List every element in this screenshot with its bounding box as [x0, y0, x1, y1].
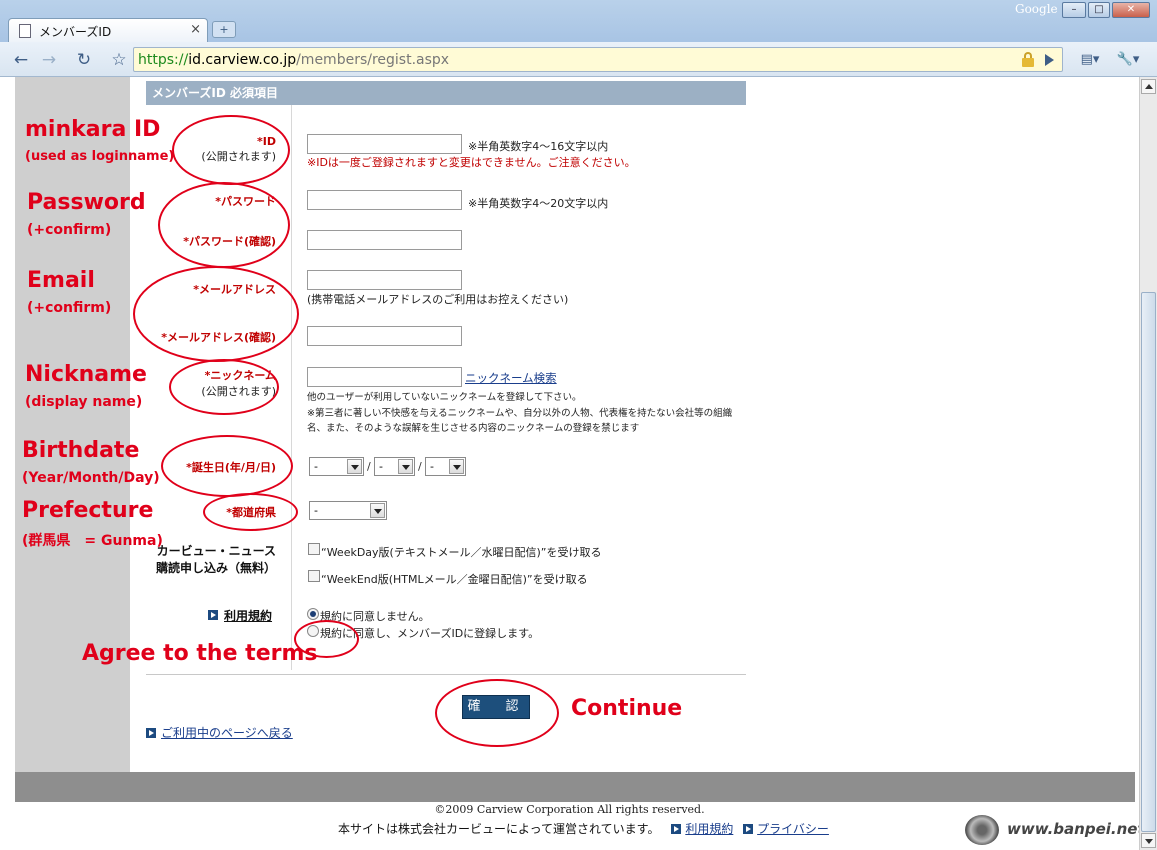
weekday-newsletter-label: “WeekDay版(テキストメール／水曜日配信)”を受け取る — [321, 546, 602, 559]
left-gray-band — [15, 77, 130, 772]
operator-text: 本サイトは株式会社カービューによって運営されています。 — [338, 822, 660, 836]
form-divider — [291, 105, 292, 670]
browser-tab[interactable]: メンバーズID × — [8, 18, 208, 42]
close-window-button[interactable]: ✕ — [1112, 2, 1150, 18]
bookmark-star-icon[interactable]: ☆ — [108, 50, 130, 70]
back-arrow-icon[interactable]: ← — [10, 50, 32, 70]
dropdown-arrow-icon — [449, 459, 464, 474]
watermark-text: www.banpei.net — [1007, 820, 1145, 838]
email-confirm-input[interactable] — [307, 326, 462, 346]
annotation-nickname: Nickname — [25, 362, 147, 387]
browser-titlebar: メンバーズID × + Google – □ ✕ — [0, 0, 1157, 42]
weekend-newsletter-label: “WeekEnd版(HTMLメール／金曜日配信)”を受け取る — [321, 573, 588, 586]
page-menu-icon[interactable]: ▤▾ — [1075, 50, 1105, 70]
annotation-circle-email — [133, 266, 299, 362]
annotation-circle-agree — [294, 620, 359, 658]
annotation-password-sub: (+confirm) — [27, 222, 112, 238]
copyright-text: ©2009 Carview Corporation All rights res… — [434, 803, 705, 816]
annotation-email: Email — [27, 268, 95, 293]
annotation-circle-nickname — [169, 359, 279, 415]
bullet-arrow-icon — [146, 728, 156, 738]
id-hint: ※半角英数字4～16文字以内 — [468, 140, 609, 153]
birth-year-select[interactable]: - — [309, 457, 364, 476]
annotation-minkara-id: minkara ID — [25, 117, 161, 142]
id-input[interactable] — [307, 134, 462, 154]
annotation-circle-birthdate — [161, 435, 293, 497]
annotation-agree: Agree to the terms — [82, 641, 318, 666]
google-label: Google — [1015, 2, 1058, 16]
annotation-circle-prefecture — [203, 493, 298, 531]
scroll-up-arrow-icon[interactable] — [1141, 79, 1156, 94]
tools-menu-icon[interactable]: 🔧▾ — [1112, 50, 1144, 70]
annotation-circle-id — [172, 115, 290, 185]
birth-day-select[interactable]: - — [425, 457, 466, 476]
dropdown-arrow-icon — [347, 459, 362, 474]
annotation-password: Password — [27, 190, 146, 215]
dropdown-arrow-icon — [370, 503, 385, 518]
birth-month-select[interactable]: - — [374, 457, 415, 476]
browser-toolbar: ← → ↻ ☆ https://id.carview.co.jp/members… — [0, 42, 1157, 77]
new-tab-button[interactable]: + — [212, 21, 236, 38]
terms-link[interactable]: 利用規約 — [224, 607, 272, 624]
date-separator: / — [367, 460, 371, 473]
scroll-thumb[interactable] — [1141, 292, 1156, 832]
tab-close-icon[interactable]: × — [190, 22, 201, 37]
url-text: https://id.carview.co.jp/members/regist.… — [138, 52, 450, 68]
tab-title: メンバーズID — [39, 25, 112, 39]
bullet-arrow-icon — [743, 824, 754, 834]
footer-privacy-link[interactable]: プライバシー — [757, 822, 829, 836]
bullet-arrow-icon — [208, 610, 218, 620]
email-hint: (携帯電話メールアドレスのご利用はお控えください) — [307, 293, 569, 306]
terms-disagree-radio[interactable] — [307, 608, 319, 620]
scroll-down-arrow-icon[interactable] — [1141, 833, 1156, 848]
lock-icon[interactable] — [1022, 52, 1034, 67]
vertical-scrollbar[interactable] — [1139, 77, 1157, 850]
password-hint: ※半角英数字4～20文字以内 — [468, 197, 609, 210]
reload-icon[interactable]: ↻ — [73, 50, 95, 70]
nickname-note: 他のユーザーが利用していないニックネームを登録して下さい。 — [307, 392, 582, 403]
minimize-button[interactable]: – — [1062, 2, 1086, 18]
annotation-birthdate-sub: (Year/Month/Day) — [22, 470, 160, 486]
section-header: メンバーズID 必須項目 — [146, 81, 746, 105]
weekend-newsletter-checkbox[interactable] — [308, 570, 320, 582]
email-input[interactable] — [307, 270, 462, 290]
annotation-continue: Continue — [571, 696, 683, 721]
nickname-rule-1: ※第三者に著しい不快感を与えるニックネームや、自分以外の人物、代表権を持たない会… — [307, 408, 733, 419]
annotation-nickname-sub: (display name) — [25, 394, 143, 410]
nickname-rule-2: 名、また、そのような誤解を生じさせる内容のニックネームの登録を禁じます — [307, 423, 640, 434]
page-icon — [19, 24, 31, 38]
forward-arrow-icon[interactable]: → — [38, 50, 60, 70]
annotation-email-sub: (+confirm) — [27, 300, 112, 316]
date-separator: / — [418, 460, 422, 473]
annotation-prefecture-sub: (群馬県 = Gunma) — [22, 533, 163, 549]
nickname-input[interactable] — [307, 367, 462, 387]
maximize-button[interactable]: □ — [1088, 2, 1110, 18]
footer-line: 本サイトは株式会社カービューによって運営されています。 利用規約 プライバシー — [338, 820, 829, 837]
password-input[interactable] — [307, 190, 462, 210]
prefecture-select[interactable]: - — [309, 501, 387, 520]
banpei-logo-icon — [965, 815, 999, 845]
footer-gray-band — [15, 772, 1135, 802]
nickname-search-link[interactable]: ニックネーム検索 — [465, 370, 557, 386]
annotation-prefecture: Prefecture — [22, 498, 154, 523]
footer-terms-link[interactable]: 利用規約 — [685, 822, 733, 836]
weekday-newsletter-checkbox[interactable] — [308, 543, 320, 555]
id-warning: ※IDは一度ご登録されますと変更はできません。ご注意ください。 — [307, 156, 636, 169]
back-to-page-link[interactable]: ご利用中のページへ戻る — [161, 724, 293, 741]
dropdown-arrow-icon — [398, 459, 413, 474]
form-bottom-divider — [146, 674, 746, 675]
password-confirm-input[interactable] — [307, 230, 462, 250]
address-bar[interactable]: https://id.carview.co.jp/members/regist.… — [133, 47, 1063, 72]
annotation-circle-continue — [435, 679, 559, 747]
annotation-minkara-id-sub: (used as loginname) — [25, 149, 175, 164]
annotation-birthdate: Birthdate — [22, 438, 140, 463]
annotation-circle-password — [158, 182, 290, 268]
bullet-arrow-icon — [671, 824, 682, 834]
go-arrow-icon[interactable] — [1045, 54, 1054, 66]
